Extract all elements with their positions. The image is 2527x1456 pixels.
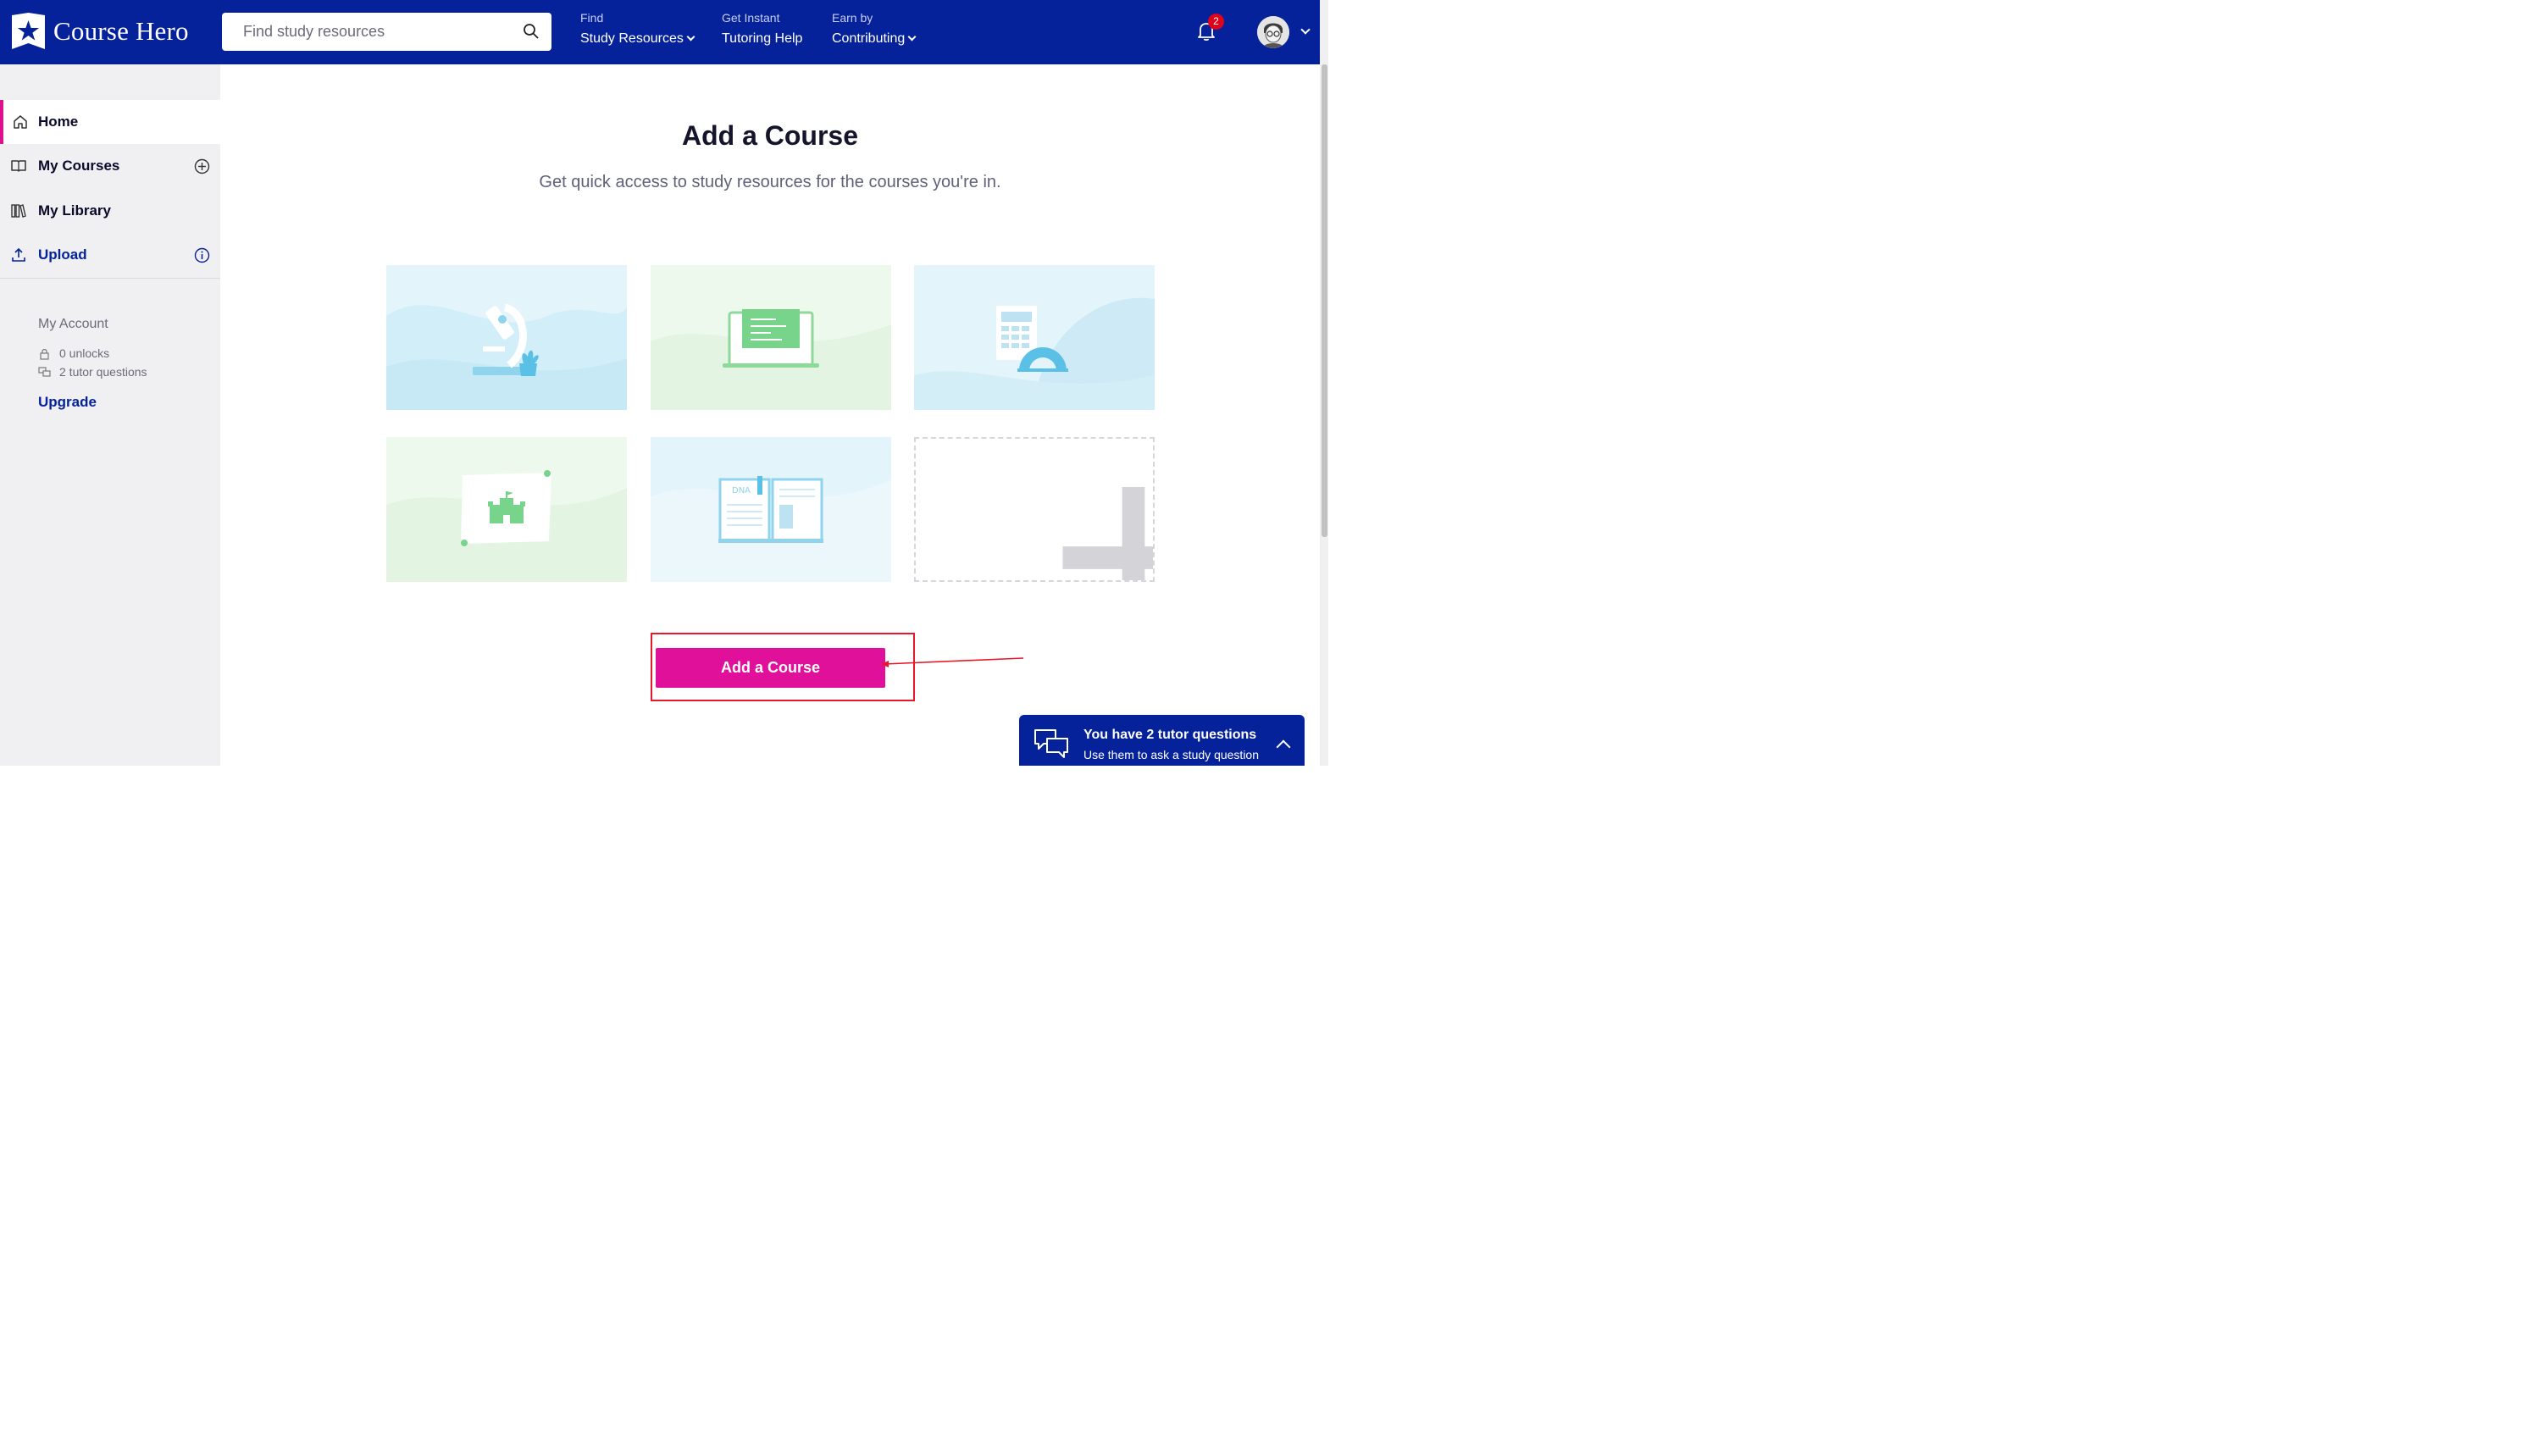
chevron-down-icon (907, 32, 917, 42)
logo-text: Course Hero (53, 16, 189, 46)
tutor-banner-subtitle: Use them to ask a study question (1083, 748, 1259, 761)
chevron-down-icon (686, 32, 695, 42)
sidebar-item-label: Upload (38, 246, 87, 263)
course-card-castle[interactable] (386, 437, 627, 582)
upgrade-link[interactable]: Upgrade (38, 394, 97, 411)
upload-icon (12, 247, 25, 262)
nav-big-text: Study Resources (580, 31, 684, 46)
avatar[interactable] (1257, 16, 1289, 48)
sidebar-item-label: Home (38, 113, 79, 130)
add-course-button[interactable]: Add a Course (656, 648, 885, 688)
search-icon[interactable] (523, 23, 540, 40)
microscope-illustration (386, 265, 627, 410)
laptop-illustration (651, 265, 891, 410)
nav-find-study-resources[interactable]: Find Study Resources (580, 11, 695, 47)
nav-big-label: Study Resources (580, 31, 695, 47)
chat-bubbles-icon (38, 366, 51, 377)
nav-small-label: Get Instant (722, 11, 780, 25)
course-card-calculator[interactable] (914, 265, 1155, 410)
nav-big-label: Tutoring Help (722, 31, 803, 46)
page-subtitle: Get quick access to study resources for … (539, 173, 1001, 191)
course-hero-logo[interactable]: Course Hero (10, 12, 189, 51)
nav-big-label: Contributing (832, 31, 917, 47)
nav-contributing[interactable]: Earn by Contributing (832, 11, 917, 47)
tutor-questions-count: 2 tutor questions (59, 365, 147, 379)
chevron-up-icon[interactable] (1276, 739, 1291, 755)
plus-circle-icon[interactable] (194, 158, 210, 174)
open-book-illustration: DNA (651, 437, 891, 582)
course-card-book[interactable]: DNA (651, 437, 891, 582)
nav-small-label: Earn by (832, 11, 873, 25)
search-bar (222, 13, 551, 51)
course-card-laptop[interactable] (651, 265, 891, 410)
svg-text:DNA: DNA (732, 486, 751, 495)
search-input[interactable] (243, 23, 506, 41)
page-title: Add a Course (681, 120, 859, 151)
sidebar-item-label: My Library (38, 202, 111, 219)
top-header: Course Hero Find Study Resources Get Ins… (0, 0, 1320, 64)
lock-icon (40, 348, 49, 360)
sidebar: Home My Courses My Library Upload My Acc… (0, 64, 220, 766)
sidebar-item-home[interactable]: Home (0, 100, 220, 144)
my-account-title: My Account (38, 317, 108, 331)
scrollbar-thumb[interactable] (1322, 64, 1327, 537)
tutor-banner-title: You have 2 tutor questions (1083, 728, 1257, 742)
chat-bubbles-icon (1034, 729, 1068, 758)
nav-small-label: Find (580, 11, 604, 25)
library-icon (11, 204, 26, 218)
book-icon (11, 160, 26, 172)
course-card-microscope[interactable] (386, 265, 627, 410)
info-icon[interactable] (194, 247, 210, 263)
unlocks-count: 0 unlocks (59, 346, 110, 360)
star-shield-icon (12, 13, 45, 49)
plus-icon (1062, 487, 1153, 580)
castle-map-illustration (386, 437, 627, 582)
sidebar-item-my-library[interactable]: My Library (0, 189, 220, 233)
user-avatar-icon (1257, 16, 1289, 48)
sidebar-item-upload[interactable]: Upload (0, 233, 220, 277)
calculator-illustration (914, 265, 1155, 410)
tutor-questions-banner[interactable]: You have 2 tutor questions Use them to a… (1019, 715, 1305, 766)
annotation-arrow-icon (881, 657, 1024, 667)
home-icon (14, 115, 27, 129)
sidebar-item-label: My Courses (38, 158, 120, 174)
chevron-down-icon[interactable] (1300, 25, 1311, 35)
nav-big-text: Contributing (832, 31, 906, 46)
tutor-questions-row: 2 tutor questions (38, 365, 147, 379)
notification-badge: 2 (1208, 14, 1224, 30)
sidebar-item-my-courses[interactable]: My Courses (0, 144, 220, 188)
nav-tutoring-help[interactable]: Get Instant Tutoring Help (722, 11, 802, 47)
unlocks-row: 0 unlocks (38, 346, 109, 360)
sidebar-divider (0, 278, 220, 279)
add-course-card[interactable] (914, 437, 1155, 582)
